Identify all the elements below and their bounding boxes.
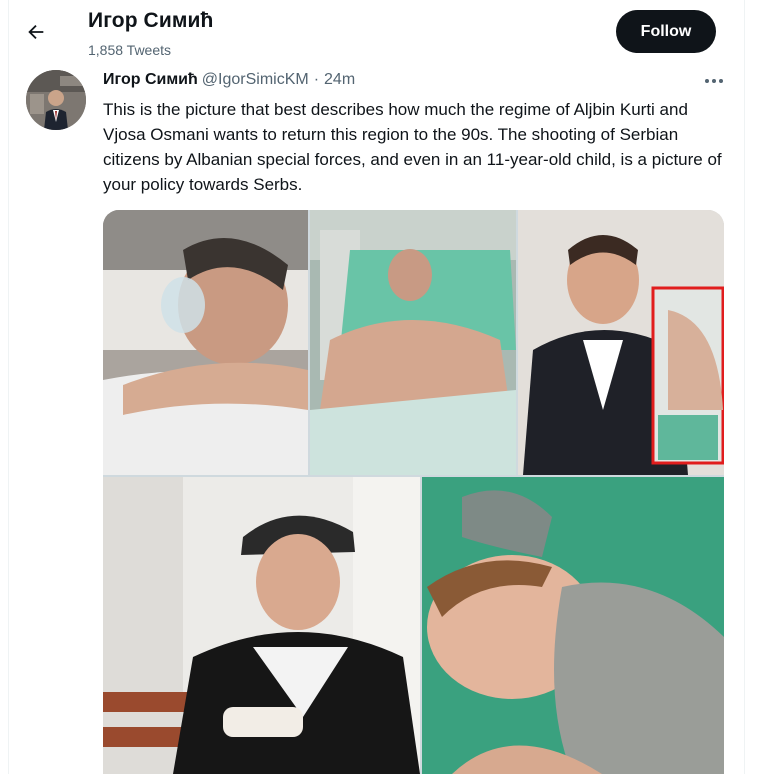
media-photo[interactable]	[422, 477, 724, 774]
follow-button[interactable]: Follow	[616, 10, 716, 53]
tweet-separator: ·	[313, 71, 320, 88]
media-photo[interactable]	[103, 477, 420, 774]
column-divider-right	[744, 0, 745, 774]
back-button[interactable]	[18, 14, 54, 50]
more-options-button[interactable]	[700, 70, 728, 92]
tweet-header: Игор Симић @IgorSimicKM · 24m	[103, 71, 355, 89]
tweet-author-handle[interactable]: @IgorSimicKM	[202, 71, 309, 89]
tweet-author-name[interactable]: Игор Симић	[103, 71, 198, 89]
tweet-media-grid[interactable]	[103, 210, 724, 774]
column-divider-left	[8, 0, 9, 774]
media-photo[interactable]	[103, 210, 308, 475]
tweet-timestamp[interactable]: 24m	[324, 71, 355, 89]
page-title: Игор Симић	[88, 9, 214, 32]
avatar[interactable]	[26, 70, 86, 130]
media-photo[interactable]	[310, 210, 516, 475]
tweet-text: This is the picture that best describes …	[103, 100, 722, 194]
tweet-count: 1,858 Tweets	[88, 42, 172, 58]
twitter-profile-page: Игор Симић 1,858 Tweets Follow Игор Сими…	[0, 0, 770, 774]
arrow-left-icon	[28, 24, 44, 40]
more-horizontal-icon	[705, 79, 723, 83]
media-photo[interactable]	[518, 210, 724, 475]
